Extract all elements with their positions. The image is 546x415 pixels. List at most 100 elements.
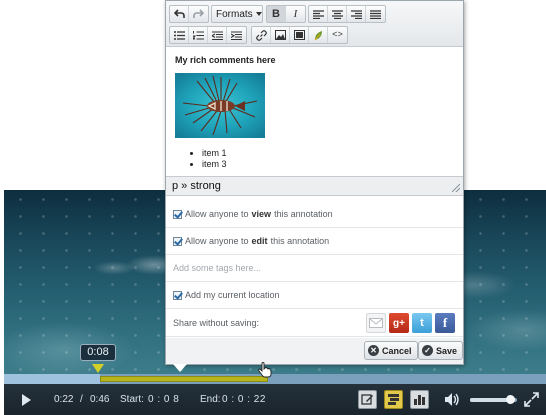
link-icon bbox=[255, 29, 267, 41]
end-value[interactable]: 0 : 0 : 22 bbox=[222, 384, 266, 415]
cancel-button[interactable]: ✕ Cancel bbox=[364, 341, 418, 360]
volume-slider[interactable] bbox=[470, 395, 517, 404]
justify-button[interactable] bbox=[366, 6, 385, 22]
stats-button[interactable] bbox=[410, 390, 429, 409]
cancel-label: Cancel bbox=[382, 345, 412, 356]
list-item: item 3 bbox=[202, 159, 227, 170]
share-label: Share without saving: bbox=[173, 318, 260, 328]
bullet-list-icon bbox=[173, 30, 185, 40]
sequence-icon bbox=[388, 394, 399, 405]
rich-text-content[interactable]: My rich comments here item 1 item 3 bbox=[166, 48, 463, 176]
annotation-range[interactable] bbox=[100, 376, 268, 382]
popup-pointer bbox=[173, 364, 187, 372]
checkmark-icon: ✓ bbox=[422, 345, 433, 356]
timeline-played bbox=[4, 374, 100, 384]
fullscreen-icon[interactable] bbox=[524, 392, 539, 407]
history-group bbox=[169, 5, 209, 23]
italic-button[interactable]: I bbox=[286, 6, 305, 22]
formats-group: Formats bbox=[211, 5, 263, 23]
media-button[interactable] bbox=[290, 27, 309, 43]
leaf-icon bbox=[314, 30, 322, 40]
tags-input[interactable] bbox=[173, 263, 423, 273]
end-label: End: bbox=[200, 394, 221, 405]
start-value[interactable]: 0 : 0 8 bbox=[148, 384, 179, 415]
align-center-button[interactable] bbox=[328, 6, 347, 22]
undo-button[interactable] bbox=[170, 6, 189, 22]
bullet-list-button[interactable] bbox=[170, 27, 189, 43]
allow-edit-option[interactable]: Allow anyone to edit this annotation bbox=[166, 228, 463, 255]
formats-label: Formats bbox=[216, 8, 253, 20]
sequence-button[interactable] bbox=[384, 390, 403, 409]
bold-button[interactable]: B bbox=[267, 6, 286, 22]
email-icon[interactable] bbox=[366, 313, 386, 333]
align-left-icon bbox=[312, 9, 324, 19]
start-label: Start: bbox=[120, 394, 144, 405]
content-list: item 1 item 3 bbox=[202, 148, 227, 170]
save-button[interactable]: ✓ Save bbox=[418, 341, 464, 360]
bar-chart-icon bbox=[414, 395, 425, 405]
action-bar: ✕ Cancel ✓ Save bbox=[166, 338, 464, 364]
player-controls: 0:22 / 0:46 Start: 0 : 0 8 End: 0 : 0 : … bbox=[4, 384, 546, 415]
annotation-editor: Formats B I <> My rich comments here • i… bbox=[165, 0, 464, 365]
allow-edit-checkbox[interactable] bbox=[173, 236, 182, 246]
resize-handle[interactable] bbox=[452, 184, 460, 192]
content-heading: My rich comments here bbox=[175, 55, 276, 65]
start-marker-handle[interactable] bbox=[92, 364, 104, 373]
allow-edit-text-after: this annotation bbox=[270, 236, 330, 246]
allow-view-text-before: Allow anyone to bbox=[185, 209, 249, 219]
outdent-icon bbox=[211, 30, 223, 40]
play-icon bbox=[22, 394, 31, 406]
list-group bbox=[169, 26, 247, 44]
volume-knob[interactable] bbox=[505, 395, 515, 404]
twitter-icon[interactable]: t bbox=[412, 313, 432, 333]
outdent-button[interactable] bbox=[208, 27, 227, 43]
list-item: item 1 bbox=[202, 148, 227, 159]
edit-icon bbox=[361, 394, 373, 405]
align-right-button[interactable] bbox=[347, 6, 366, 22]
source-code-button[interactable]: <> bbox=[328, 27, 347, 43]
location-checkbox[interactable] bbox=[173, 290, 182, 300]
formats-dropdown[interactable]: Formats bbox=[212, 6, 262, 22]
lionfish-drawing bbox=[182, 75, 258, 136]
volume-fill bbox=[470, 398, 510, 402]
play-button[interactable] bbox=[20, 384, 34, 415]
link-button[interactable] bbox=[252, 27, 271, 43]
chevron-down-icon bbox=[255, 12, 262, 16]
indent-icon bbox=[231, 30, 242, 40]
alignment-group bbox=[308, 5, 386, 23]
annotate-button[interactable] bbox=[358, 390, 377, 409]
image-button[interactable] bbox=[271, 27, 290, 43]
element-path[interactable]: p » strong bbox=[172, 180, 221, 192]
indent-button[interactable] bbox=[227, 27, 246, 43]
marker-time-bubble: 0:08 bbox=[80, 344, 116, 361]
location-option[interactable]: Add my current location bbox=[166, 282, 463, 309]
numbered-list-icon bbox=[192, 30, 204, 39]
save-label: Save bbox=[436, 345, 458, 356]
allow-view-option[interactable]: Allow anyone to view this annotation bbox=[166, 201, 463, 228]
align-right-icon bbox=[350, 9, 362, 19]
numbered-list-button[interactable] bbox=[189, 27, 208, 43]
allow-edit-text-before: Allow anyone to bbox=[185, 236, 249, 246]
insert-group: <> bbox=[251, 26, 348, 44]
justify-icon bbox=[370, 9, 381, 19]
align-center-icon bbox=[331, 9, 343, 19]
time-separator: / bbox=[80, 394, 83, 405]
volume-icon[interactable] bbox=[444, 392, 460, 407]
plugin-button[interactable] bbox=[309, 27, 328, 43]
location-label: Add my current location bbox=[185, 290, 280, 300]
align-left-button[interactable] bbox=[309, 6, 328, 22]
tags-row bbox=[166, 255, 463, 282]
facebook-icon[interactable]: f bbox=[435, 313, 455, 333]
lionfish-image bbox=[175, 73, 265, 138]
duration: 0:46 bbox=[90, 394, 110, 405]
google-plus-icon[interactable]: g+ bbox=[389, 313, 409, 333]
envelope-shape bbox=[369, 318, 383, 328]
annotation-screen: 0:08 0:22 / 0:46 Start: 0 : 0 8 End: 0 :… bbox=[0, 0, 546, 415]
allow-view-checkbox[interactable] bbox=[173, 209, 182, 219]
allow-edit-keyword: edit bbox=[251, 236, 268, 246]
timeline-track[interactable] bbox=[4, 374, 546, 384]
undo-icon bbox=[173, 9, 185, 18]
redo-button[interactable] bbox=[189, 6, 208, 22]
allow-view-keyword: view bbox=[251, 209, 272, 219]
hand-cursor-icon bbox=[258, 362, 272, 378]
